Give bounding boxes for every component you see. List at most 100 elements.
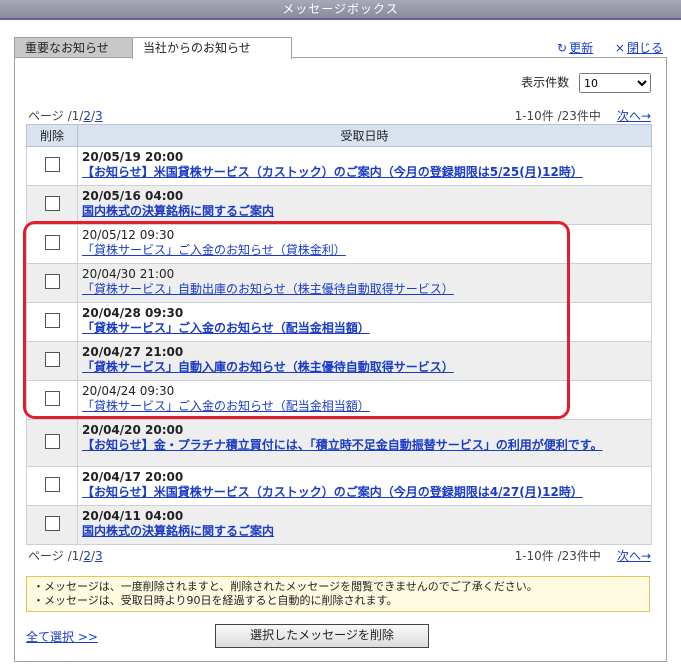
delete-cell: [26, 146, 78, 186]
table-row: 20/05/12 09:30 「貸株サービス」ご入金のお知らせ（貸株金利）: [26, 224, 652, 264]
message-subject: 「貸株サービス」自動出庫のお知らせ（株主優待自動取得サービス）: [79, 282, 650, 299]
pager-prefix: ページ /: [28, 549, 72, 563]
delete-checkbox[interactable]: [44, 157, 60, 172]
table-row: 20/04/28 09:30 「貸株サービス」ご入金のお知らせ（配当金相当額）: [26, 302, 652, 342]
delete-cell: [26, 505, 78, 545]
message-date: 20/04/17 20:00: [82, 470, 184, 484]
message-subject: 国内株式の決算銘柄に関するご案内: [79, 204, 650, 221]
message-cell: 20/05/19 20:00 【お知らせ】米国貸株サービス（カストック）のご案内（…: [77, 146, 652, 186]
col-date-header: 受取日時: [77, 124, 652, 147]
delete-cell: [26, 185, 78, 225]
delete-checkbox[interactable]: [44, 235, 60, 250]
tab-important[interactable]: 重要なお知らせ: [14, 37, 136, 58]
message-subject: 【お知らせ】米国貸株サービス（カストック）のご案内（今月の登録期限は5/25(月…: [79, 165, 650, 182]
delete-cell: [26, 224, 78, 264]
delete-cell: [26, 466, 78, 506]
refresh-link[interactable]: 更新: [569, 41, 593, 55]
refresh-icon: ↻: [557, 41, 568, 55]
delete-checkbox[interactable]: [44, 352, 60, 367]
tab-company-notices[interactable]: 当社からのお知らせ: [132, 37, 292, 59]
message-date: 20/05/19 20:00: [82, 150, 184, 164]
select-all-link[interactable]: 全て選択 >>: [26, 628, 98, 645]
message-date: 20/04/11 04:00: [82, 509, 184, 523]
close-link[interactable]: 閉じる: [627, 41, 663, 55]
message-cell: 20/04/30 21:00 「貸株サービス」自動出庫のお知らせ（株主優待自動取得…: [77, 263, 652, 303]
delete-checkbox[interactable]: [44, 391, 60, 406]
message-cell: 20/04/28 09:30 「貸株サービス」ご入金のお知らせ（配当金相当額）: [77, 302, 652, 342]
table-row: 20/04/17 20:00 【お知らせ】米国貸株サービス（カストック）のご案内（…: [26, 466, 652, 506]
delete-checkbox[interactable]: [44, 477, 60, 492]
message-subject-link[interactable]: 「貸株サービス」ご入金のお知らせ（貸株金利）: [82, 243, 346, 257]
message-subject-link[interactable]: 国内株式の決算銘柄に関するご案内: [82, 524, 274, 538]
message-cell: 20/04/11 04:00 国内株式の決算銘柄に関するご案内: [77, 505, 652, 545]
message-subject: 国内株式の決算銘柄に関するご案内: [79, 524, 650, 541]
count-text: 1-10件 /23件中: [514, 109, 601, 123]
notice-line-1: ・メッセージは、一度削除されますと、削除されたメッセージを閲覧できませんのでご了…: [33, 580, 538, 593]
message-cell: 20/05/12 09:30 「貸株サービス」ご入金のお知らせ（貸株金利）: [77, 224, 652, 264]
next-page-link[interactable]: 次へ→: [617, 549, 651, 563]
table-row: 20/04/11 04:00 国内株式の決算銘柄に関するご案内: [26, 505, 652, 545]
count-top: 1-10件 /23件中 次へ→: [515, 107, 651, 124]
delete-cell: [26, 263, 78, 303]
message-subject-link[interactable]: 【お知らせ】米国貸株サービス（カストック）のご案内（今月の登録期限は5/25(月…: [82, 165, 583, 179]
message-subject-link[interactable]: 国内株式の決算銘柄に関するご案内: [82, 204, 274, 218]
message-subject-link[interactable]: 「貸株サービス」自動出庫のお知らせ（株主優待自動取得サービス）: [82, 282, 454, 296]
delete-checkbox[interactable]: [44, 274, 60, 289]
message-subject-link[interactable]: 「貸株サービス」ご入金のお知らせ（配当金相当額）: [82, 399, 370, 413]
table-row: 20/05/16 04:00 国内株式の決算銘柄に関するご案内: [26, 185, 652, 225]
delete-checkbox[interactable]: [44, 434, 60, 449]
message-subject-link[interactable]: 【お知らせ】米国貸株サービス（カストック）のご案内（今月の登録期限は4/27(月…: [82, 485, 583, 499]
message-date: 20/05/12 09:30: [82, 228, 175, 242]
delete-checkbox[interactable]: [44, 313, 60, 328]
col-delete-header: 削除: [26, 124, 78, 147]
message-date: 20/04/28 09:30: [82, 306, 184, 320]
delete-cell: [26, 380, 78, 420]
delete-cell: [26, 341, 78, 381]
pager-bottom: ページ /1/2/3: [28, 547, 103, 564]
message-subject: 【お知らせ】金・プラチナ積立買付には、「積立時不足金自動振替サービス」の利用が便…: [79, 438, 650, 455]
message-subject: 「貸株サービス」ご入金のお知らせ（貸株金利）: [79, 243, 650, 260]
message-subject-link[interactable]: 「貸株サービス」自動入庫のお知らせ（株主優待自動取得サービス）: [82, 360, 454, 374]
count-bottom: 1-10件 /23件中 次へ→: [515, 547, 651, 564]
message-date: 20/04/24 09:30: [82, 384, 175, 398]
message-cell: 20/04/17 20:00 【お知らせ】米国貸株サービス（カストック）のご案内（…: [77, 466, 652, 506]
notice-box: ・メッセージは、一度削除されますと、削除されたメッセージを閲覧できませんのでご了…: [26, 576, 650, 612]
delete-checkbox[interactable]: [44, 516, 60, 531]
message-cell: 20/04/27 21:00 「貸株サービス」自動入庫のお知らせ（株主優待自動取得…: [77, 341, 652, 381]
message-table: 削除 受取日時 20/05/19 20:00 【お知らせ】米国貸株サービス（カスト…: [26, 124, 652, 545]
table-row: 20/05/19 20:00 【お知らせ】米国貸株サービス（カストック）のご案内（…: [26, 146, 652, 186]
message-cell: 20/04/24 09:30 「貸株サービス」ご入金のお知らせ（配当金相当額）: [77, 380, 652, 420]
delete-selected-button[interactable]: 選択したメッセージを削除: [215, 624, 429, 648]
pager-top: ページ /1/2/3: [28, 107, 103, 124]
page-2-link[interactable]: 2: [83, 109, 91, 123]
message-date: 20/04/27 21:00: [82, 345, 184, 359]
table-row: 20/04/20 20:00 【お知らせ】金・プラチナ積立買付には、「積立時不足金…: [26, 419, 652, 467]
message-subject-link[interactable]: 【お知らせ】金・プラチナ積立買付には、「積立時不足金自動振替サービス」の利用が便…: [82, 438, 603, 452]
notice-line-2: ・メッセージは、受取日時より90日を経過すると自動的に削除されます。: [33, 594, 398, 607]
display-count: 表示件数 10: [521, 73, 651, 93]
message-subject: 「貸株サービス」ご入金のお知らせ（配当金相当額）: [79, 399, 650, 416]
next-page-link[interactable]: 次へ→: [617, 109, 651, 123]
message-subject: 【お知らせ】米国貸株サービス（カストック）のご案内（今月の登録期限は4/27(月…: [79, 485, 650, 502]
table-row: 20/04/27 21:00 「貸株サービス」自動入庫のお知らせ（株主優待自動取得…: [26, 341, 652, 381]
message-subject: 「貸株サービス」ご入金のお知らせ（配当金相当額）: [79, 321, 650, 338]
message-cell: 20/04/20 20:00 【お知らせ】金・プラチナ積立買付には、「積立時不足金…: [77, 419, 652, 467]
page-3-link[interactable]: 3: [95, 109, 103, 123]
display-count-label: 表示件数: [521, 75, 570, 90]
table-row: 20/04/24 09:30 「貸株サービス」ご入金のお知らせ（配当金相当額）: [26, 380, 652, 420]
message-subject-link[interactable]: 「貸株サービス」ご入金のお知らせ（配当金相当額）: [82, 321, 370, 335]
page-2-link[interactable]: 2: [83, 549, 91, 563]
pager-prefix: ページ /: [28, 109, 72, 123]
count-text: 1-10件 /23件中: [514, 549, 601, 563]
message-cell: 20/05/16 04:00 国内株式の決算銘柄に関するご案内: [77, 185, 652, 225]
page-3-link[interactable]: 3: [95, 549, 103, 563]
window-title: メッセージボックス: [0, 0, 681, 20]
delete-cell: [26, 419, 78, 467]
close-icon: ×: [614, 41, 625, 55]
delete-checkbox[interactable]: [44, 196, 60, 211]
table-row: 20/04/30 21:00 「貸株サービス」自動出庫のお知らせ（株主優待自動取得…: [26, 263, 652, 303]
message-date: 20/05/16 04:00: [82, 189, 184, 203]
top-links: ↻ 更新 × 閉じる: [557, 39, 663, 56]
message-subject: 「貸株サービス」自動入庫のお知らせ（株主優待自動取得サービス）: [79, 360, 650, 377]
display-count-select[interactable]: 10: [579, 73, 651, 93]
